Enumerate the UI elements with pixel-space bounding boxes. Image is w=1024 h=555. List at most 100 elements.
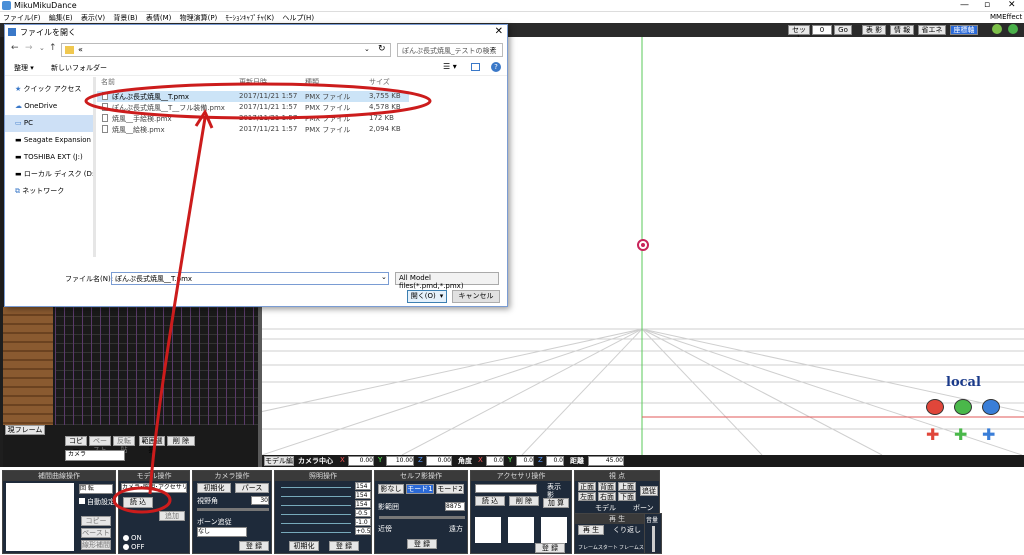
copy-button[interactable]: コピー <box>65 436 87 454</box>
nav-onedrive[interactable]: ☁ OneDrive <box>5 98 93 115</box>
column-date[interactable]: 更新日時 <box>239 77 267 89</box>
menu-physics[interactable]: 物理演算(P) <box>180 14 218 22</box>
move-icon[interactable] <box>1008 24 1018 34</box>
camera-register-button[interactable]: 登 録 <box>239 541 269 551</box>
shadow-view-button[interactable]: 表 影 <box>862 25 886 35</box>
column-type[interactable]: 種類 <box>305 77 319 89</box>
repeat-label[interactable]: くり返し <box>613 525 641 535</box>
angle-y-field[interactable]: 0.0 <box>516 456 534 466</box>
file-row[interactable]: 焼風__絵検.pmx 2017/11/21 1:57 PMX ファイル 2,09… <box>97 124 409 135</box>
search-input[interactable]: ぽんぷ長式焼風_テストの検索 <box>397 43 503 57</box>
angle-x-field[interactable]: 0.0 <box>486 456 504 466</box>
shadow-mode2-button[interactable]: モード2 <box>436 484 464 494</box>
zoom-icon[interactable] <box>992 24 1002 34</box>
shadow-mode1-button[interactable]: モード1 <box>406 484 434 494</box>
delete-button[interactable]: 削 除 <box>167 436 195 446</box>
menu-motion-capture[interactable]: ﾓｰｼｮﾝｷｬﾌﾟﾁｬ(K) <box>226 14 275 22</box>
preview-pane-icon[interactable] <box>471 63 480 71</box>
play-button[interactable]: 再 生 <box>578 525 604 535</box>
accessory-load-button[interactable]: 読 込 <box>475 496 505 506</box>
nav-quick-access[interactable]: ★ クイック アクセス <box>5 81 93 98</box>
go-button[interactable]: Go <box>834 25 852 35</box>
column-size[interactable]: サイズ <box>369 77 390 89</box>
interp-rotate-select[interactable]: 回 転 <box>79 484 113 494</box>
mmeffect-label[interactable]: MMEffect <box>990 13 1022 21</box>
paste-button[interactable]: ペースト <box>89 436 111 454</box>
axis-button[interactable]: 座標軸 <box>950 25 978 35</box>
accessory-select[interactable] <box>475 484 537 493</box>
interp-copy-button[interactable]: コピー <box>81 516 111 526</box>
menu-file[interactable]: ファイル(F) <box>3 14 41 22</box>
light-x-field[interactable]: -0.5 <box>355 509 371 517</box>
view-back-button[interactable]: 背面 <box>598 482 616 491</box>
nav-seagate[interactable]: ▬ Seagate Expansion Dr <box>5 132 93 149</box>
nav-pc[interactable]: ▭ PC <box>5 115 93 132</box>
shadow-register-button[interactable]: 登 録 <box>407 539 437 549</box>
new-folder-button[interactable]: 新しいフォルダー <box>51 63 107 73</box>
view-options-icon[interactable]: ☰ ▾ <box>443 62 457 71</box>
light-g-field[interactable]: 154 <box>355 491 371 499</box>
interp-auto-check[interactable] <box>79 498 85 504</box>
camera-select[interactable]: カメラ <box>65 450 125 461</box>
angle-z-field[interactable]: 0.0 <box>546 456 564 466</box>
center-y-field[interactable]: 10.00 <box>386 456 414 466</box>
view-top-button[interactable]: 上面 <box>618 482 636 491</box>
timeline-grid[interactable] <box>55 307 258 425</box>
volume-slider[interactable] <box>652 526 655 552</box>
distance-field[interactable]: 45.00 <box>588 456 624 466</box>
back-icon[interactable]: ← <box>11 43 19 53</box>
model-select[interactable]: カメラ･照明･アクセサリ <box>121 483 187 493</box>
accessory-add-button[interactable]: 加 算 <box>543 498 569 508</box>
light-b-field[interactable]: 154 <box>355 500 371 508</box>
light-sliders[interactable] <box>281 484 351 534</box>
forward-icon[interactable]: → <box>25 43 33 53</box>
organize-button[interactable]: 整理 ▾ <box>14 63 34 73</box>
file-type-select[interactable]: All Model files(*.pmd,*.pmx) <box>395 272 499 290</box>
view-bone-label[interactable]: ボーン <box>633 503 654 513</box>
view-bottom-button[interactable]: 下面 <box>618 492 636 501</box>
file-row[interactable]: ぽんぷ長式焼風__T__フル装備.pmx 2017/11/21 1:57 PMX… <box>97 102 409 113</box>
close-icon[interactable]: ✕ <box>1008 0 1016 10</box>
move-y-icon[interactable]: ✚ <box>954 425 967 444</box>
filename-input[interactable]: ぽんぷ長式焼風__T.pmx <box>111 272 389 285</box>
maximize-icon[interactable]: ▫ <box>984 0 990 10</box>
model-on-radio[interactable] <box>123 535 129 541</box>
interp-paste-button[interactable]: ペースト <box>81 528 111 538</box>
address-field[interactable]: « ⌄ ↻ <box>61 43 391 57</box>
open-split-icon[interactable]: ▾ <box>440 292 444 300</box>
open-button[interactable]: 開く(O) ▾ <box>407 290 447 303</box>
shadow-range-field[interactable]: 8875 <box>445 502 465 511</box>
rotate-z-icon[interactable] <box>982 399 1000 415</box>
shadow-range-slider[interactable] <box>379 516 465 519</box>
nav-scrollbar[interactable] <box>93 77 96 257</box>
light-y-field[interactable]: -1.0 <box>355 518 371 526</box>
move-x-icon[interactable]: ✚ <box>926 425 939 444</box>
move-z-icon[interactable]: ✚ <box>982 425 995 444</box>
frame-field[interactable]: 0 <box>812 25 832 35</box>
set-button[interactable]: セット <box>788 25 810 42</box>
cancel-button[interactable]: キャンセル <box>452 290 500 303</box>
up-icon[interactable]: ↑ <box>49 43 57 53</box>
rotate-x-icon[interactable] <box>926 399 944 415</box>
fov-field[interactable]: 30 <box>251 496 269 505</box>
nav-toshiba[interactable]: ▬ TOSHIBA EXT (J:) <box>5 149 93 166</box>
view-track-button[interactable]: 追従 <box>640 486 658 496</box>
range-select-button[interactable]: 範囲選択 <box>139 436 165 454</box>
view-front-button[interactable]: 正面 <box>578 482 596 491</box>
address-dropdown-icon[interactable]: ⌄ <box>364 45 370 53</box>
light-init-button[interactable]: 初期化 <box>289 541 319 551</box>
menu-help[interactable]: ヘルプ(H) <box>282 14 314 22</box>
refresh-icon[interactable]: ↻ <box>378 44 386 54</box>
follow-select[interactable]: なし <box>197 527 247 537</box>
dialog-close-icon[interactable]: ✕ <box>495 26 503 37</box>
interp-curve[interactable] <box>6 483 74 551</box>
light-z-field[interactable]: +0.5 <box>355 527 371 535</box>
model-add-button[interactable]: 追加 <box>159 511 185 521</box>
file-row[interactable]: ぽんぷ長式焼風__T.pmx 2017/11/21 1:57 PMX ファイル … <box>97 91 409 102</box>
menu-view[interactable]: 表示(V) <box>81 14 105 22</box>
invert-paste-button[interactable]: 反転貼 <box>113 436 135 454</box>
search-icon[interactable]: ⌕ <box>491 44 495 54</box>
rotate-y-icon[interactable] <box>954 399 972 415</box>
menu-edit[interactable]: 編集(E) <box>49 14 73 22</box>
view-right-button[interactable]: 右面 <box>598 492 616 501</box>
